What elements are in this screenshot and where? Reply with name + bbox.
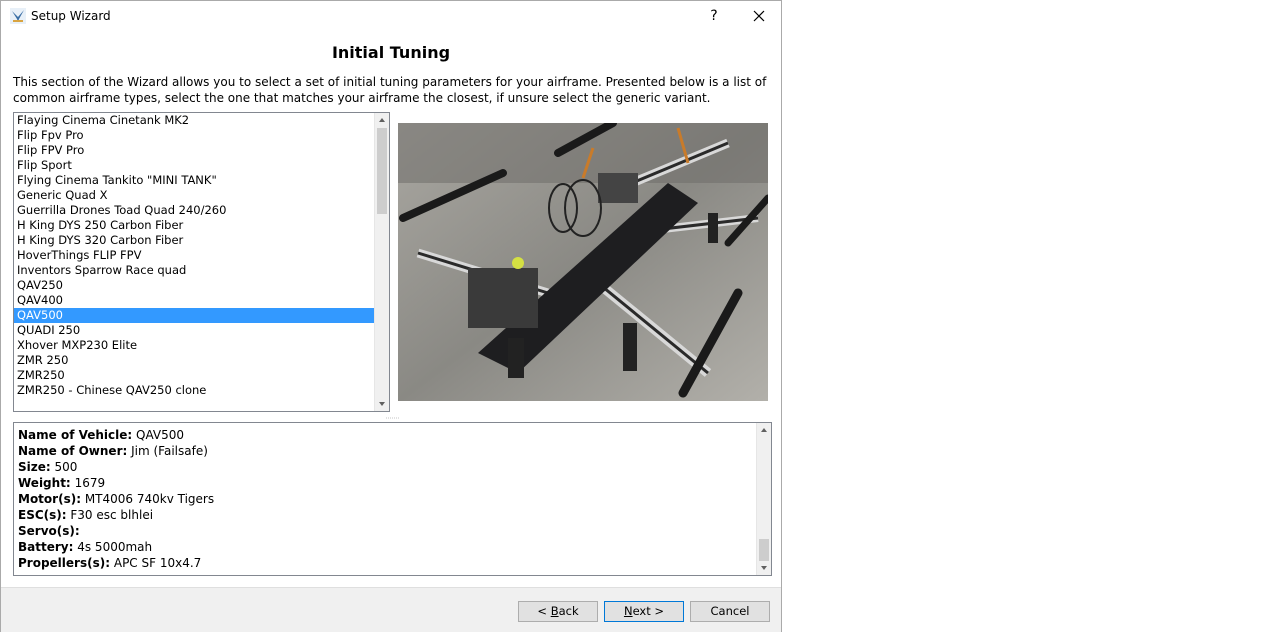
- airframe-list-item[interactable]: Flip FPV Pro: [14, 143, 374, 158]
- detail-label: ESC(s):: [18, 508, 67, 522]
- quadcopter-image: [398, 123, 768, 401]
- detail-value: APC SF 10x4.7: [113, 556, 202, 570]
- next-button-label: ext >: [632, 604, 665, 618]
- airframe-list-item[interactable]: QAV250: [14, 278, 374, 293]
- airframe-list-scrollbar[interactable]: [374, 113, 389, 411]
- back-button-mnemonic: B: [550, 604, 559, 618]
- detail-line: Battery: 4s 5000mah: [18, 539, 753, 555]
- back-button[interactable]: < Back: [518, 601, 598, 622]
- airframe-list-item[interactable]: ZMR250 - Chinese QAV250 clone: [14, 383, 374, 398]
- detail-label: Name of Vehicle:: [18, 428, 133, 442]
- close-button[interactable]: [743, 3, 775, 29]
- detail-line: Weight: 1679: [18, 475, 753, 491]
- detail-value: 500: [54, 460, 78, 474]
- cancel-button[interactable]: Cancel: [690, 601, 770, 622]
- back-button-label: ack: [558, 604, 579, 618]
- app-logo-icon: [10, 8, 26, 24]
- airframe-list-items: Flaying Cinema Cinetank MK2 Flip Fpv Pro F…: [14, 113, 374, 398]
- airframe-list-item[interactable]: Flaying Cinema Cinetank MK2: [14, 113, 374, 128]
- detail-label: Propellers(s):: [18, 556, 111, 570]
- detail-value: 1679: [74, 476, 106, 490]
- detail-line: Size: 500: [18, 459, 753, 475]
- help-icon: ?: [710, 8, 718, 24]
- airframe-photo: [398, 123, 768, 401]
- airframe-list-item[interactable]: QUADI 250: [14, 323, 374, 338]
- airframe-list-item[interactable]: ZMR250: [14, 368, 374, 383]
- airframe-list-item[interactable]: H King DYS 250 Carbon Fiber: [14, 218, 374, 233]
- details-scrollbar[interactable]: [756, 423, 771, 575]
- close-icon: [753, 10, 765, 22]
- detail-label: Name of Owner:: [18, 444, 128, 458]
- scroll-thumb[interactable]: [377, 128, 387, 214]
- detail-label: Battery:: [18, 540, 74, 554]
- wizard-footer: < Back Next > Cancel: [1, 587, 781, 632]
- detail-value: 4s 5000mah: [77, 540, 153, 554]
- airframe-list-item[interactable]: HoverThings FLIP FPV: [14, 248, 374, 263]
- detail-label: Servo(s):: [18, 524, 80, 538]
- cancel-button-label: Cancel: [710, 604, 750, 618]
- airframe-list-item[interactable]: Generic Quad X: [14, 188, 374, 203]
- page-description: This section of the Wizard allows you to…: [13, 75, 767, 105]
- detail-line: Name of Vehicle: QAV500: [18, 427, 753, 443]
- scroll-up-icon[interactable]: [375, 113, 389, 127]
- next-button-mnemonic: N: [623, 604, 633, 618]
- detail-value: Jim (Failsafe): [131, 444, 208, 458]
- airframe-list-item[interactable]: Flying Cinema Tankito "MINI TANK": [14, 173, 374, 188]
- airframe-list-item[interactable]: Inventors Sparrow Race quad: [14, 263, 374, 278]
- scroll-thumb[interactable]: [759, 539, 769, 561]
- splitter-handle[interactable]: [386, 417, 400, 420]
- detail-label: Motor(s):: [18, 492, 81, 506]
- detail-value: QAV500: [136, 428, 185, 442]
- airframe-list-item[interactable]: QAV400: [14, 293, 374, 308]
- airframe-list-item[interactable]: H King DYS 320 Carbon Fiber: [14, 233, 374, 248]
- airframe-details-panel[interactable]: Name of Vehicle: QAV500 Name of Owner: Ji…: [13, 422, 772, 576]
- detail-label: Size:: [18, 460, 51, 474]
- detail-value: MT4006 740kv Tigers: [84, 492, 215, 506]
- airframe-list-item[interactable]: Flip Fpv Pro: [14, 128, 374, 143]
- detail-line: ESC(s): F30 esc blhlei: [18, 507, 753, 523]
- page-title: Initial Tuning: [331, 43, 451, 62]
- help-button[interactable]: ?: [699, 3, 729, 29]
- airframe-list-item[interactable]: Guerrilla Drones Toad Quad 240/260: [14, 203, 374, 218]
- scroll-up-icon[interactable]: [757, 423, 771, 437]
- scroll-down-icon[interactable]: [757, 561, 771, 575]
- detail-line: Name of Owner: Jim (Failsafe): [18, 443, 753, 459]
- airframe-list-item[interactable]: ZMR 250: [14, 353, 374, 368]
- back-button-prefix: <: [537, 604, 551, 618]
- detail-label: Weight:: [18, 476, 71, 490]
- airframe-list[interactable]: Flaying Cinema Cinetank MK2 Flip Fpv Pro F…: [13, 112, 390, 412]
- detail-line: Motor(s): MT4006 740kv Tigers: [18, 491, 753, 507]
- airframe-list-item[interactable]: Flip Sport: [14, 158, 374, 173]
- airframe-list-item[interactable]: Xhover MXP230 Elite: [14, 338, 374, 353]
- window-title: Setup Wizard: [31, 9, 111, 23]
- scroll-down-icon[interactable]: [375, 397, 389, 411]
- detail-line: Servo(s):: [18, 523, 753, 539]
- detail-line: Propellers(s): APC SF 10x4.7: [18, 555, 753, 571]
- airframe-list-item[interactable]: QAV500: [14, 308, 374, 323]
- airframe-details: Name of Vehicle: QAV500 Name of Owner: Ji…: [18, 427, 753, 571]
- next-button[interactable]: Next >: [604, 601, 684, 622]
- detail-value: F30 esc blhlei: [70, 508, 154, 522]
- title-bar[interactable]: Setup Wizard ?: [1, 1, 781, 32]
- setup-wizard-window: Setup Wizard ? Initial Tuning This secti…: [0, 0, 782, 632]
